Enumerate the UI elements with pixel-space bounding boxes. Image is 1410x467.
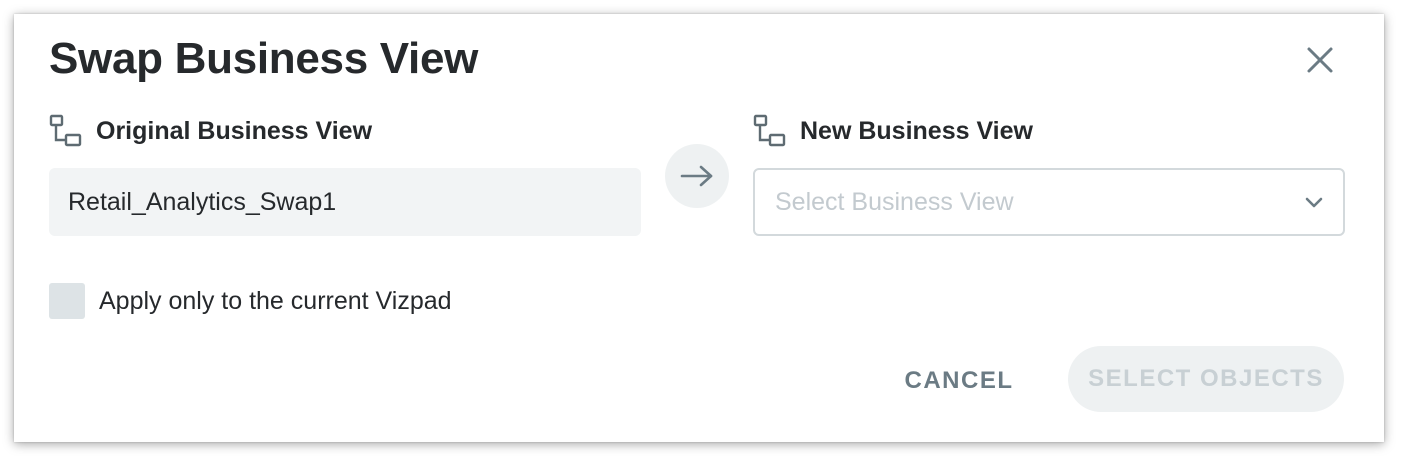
swap-business-view-dialog: Swap Business View Original Business Vie… xyxy=(14,14,1384,442)
apply-current-vizpad-row: Apply only to the current Vizpad xyxy=(49,283,452,319)
new-business-view-select[interactable]: Select Business View xyxy=(753,168,1345,236)
original-business-view-label: Original Business View xyxy=(49,114,372,148)
close-icon xyxy=(1307,47,1333,73)
original-business-view-field: Retail_Analytics_Swap1 xyxy=(49,168,641,236)
apply-current-vizpad-label[interactable]: Apply only to the current Vizpad xyxy=(99,287,452,316)
new-label-text: New Business View xyxy=(800,116,1033,145)
new-business-view-label: New Business View xyxy=(753,114,1033,148)
chevron-down-icon xyxy=(1305,197,1323,208)
arrow-right-icon xyxy=(680,165,713,187)
original-label-text: Original Business View xyxy=(96,116,373,145)
apply-current-vizpad-checkbox[interactable] xyxy=(49,283,85,319)
close-button[interactable] xyxy=(1304,44,1336,76)
select-objects-button[interactable]: SELECT OBJECTS xyxy=(1068,346,1344,412)
business-view-icon xyxy=(753,114,786,147)
cancel-button[interactable]: CANCEL xyxy=(894,348,1024,414)
business-view-icon xyxy=(49,114,82,147)
swap-arrow xyxy=(665,144,729,208)
dialog-title: Swap Business View xyxy=(49,34,479,83)
select-placeholder: Select Business View xyxy=(775,187,1014,216)
